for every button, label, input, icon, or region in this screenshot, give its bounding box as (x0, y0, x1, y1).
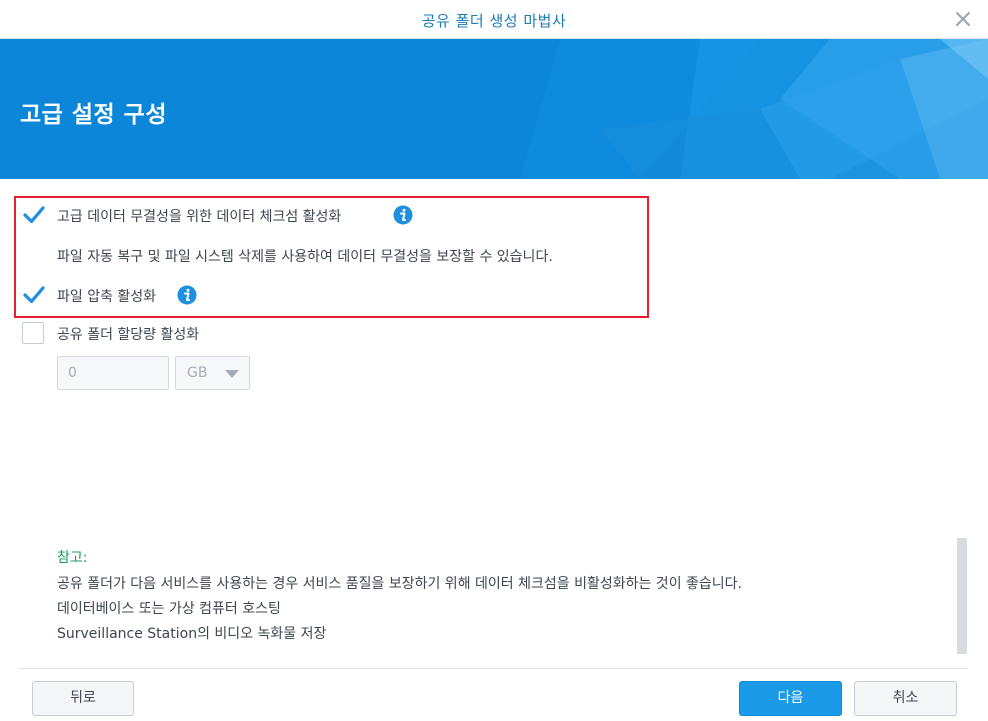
note-line: Surveillance Station의 비디오 녹화물 저장 (57, 626, 327, 642)
checksum-label: 고급 데이터 무결성을 위한 데이터 체크섬 활성화 (57, 209, 342, 225)
quota-size-input[interactable] (57, 356, 169, 390)
cancel-button[interactable]: 취소 (854, 681, 957, 716)
info-icon[interactable] (177, 285, 197, 305)
close-icon (956, 12, 970, 26)
note-line: 공유 폴더가 다음 서비스를 사용하는 경우 서비스 품질을 보장하기 위해 데… (57, 576, 742, 592)
page-title: 고급 설정 구성 (20, 102, 167, 128)
quota-checkbox[interactable] (22, 322, 44, 344)
next-button[interactable]: 다음 (739, 681, 842, 716)
checksum-description: 파일 자동 복구 및 파일 시스템 삭제를 사용하여 데이터 무결성을 보장할 … (57, 249, 553, 265)
title-bar: 공유 폴더 생성 마법사 (0, 0, 988, 39)
footer-divider (18, 668, 968, 669)
compression-checkbox[interactable] (22, 284, 45, 306)
quota-unit-value: GB (187, 365, 208, 381)
back-button[interactable]: 뒤로 (32, 681, 134, 716)
quota-label: 공유 폴더 할당량 활성화 (57, 327, 200, 343)
close-button[interactable] (952, 8, 974, 30)
quota-unit-select[interactable]: GB (175, 356, 250, 390)
note-title: 참고: (57, 550, 88, 566)
compression-label: 파일 압축 활성화 (57, 289, 157, 305)
scrollbar[interactable] (957, 538, 967, 654)
header-banner: 고급 설정 구성 (0, 39, 988, 179)
checkmark-icon (23, 206, 45, 224)
checkmark-icon (23, 286, 45, 304)
info-icon[interactable] (393, 205, 413, 225)
checksum-checkbox[interactable] (22, 204, 45, 226)
chevron-down-icon (225, 370, 239, 378)
note-line: 데이터베이스 또는 가상 컴퓨터 호스팅 (57, 601, 281, 617)
window-title: 공유 폴더 생성 마법사 (421, 12, 567, 30)
